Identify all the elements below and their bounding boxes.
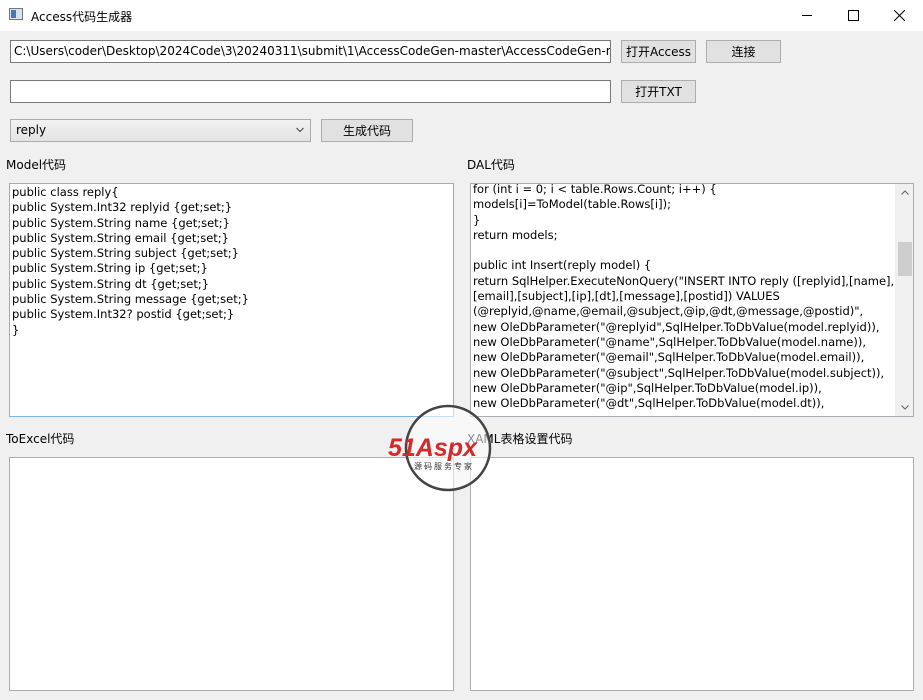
model-line: public System.String subject {get;set;} — [12, 246, 239, 261]
model-code-label: Model代码 — [6, 158, 67, 172]
maximize-button[interactable] — [830, 0, 876, 31]
dal-line: return models; — [473, 227, 558, 242]
generate-code-button[interactable]: 生成代码 — [321, 119, 413, 142]
model-code-textarea[interactable]: public class reply{ public System.Int32 … — [9, 183, 454, 417]
model-line: public System.String email {get;set;} — [12, 230, 229, 245]
model-line: public System.String ip {get;set;} — [12, 261, 208, 276]
dal-code-textarea[interactable]: for (int i = 0; i < table.Rows.Count; i+… — [470, 183, 914, 417]
dal-line: models[i]=ToModel(table.Rows[i]); — [473, 197, 671, 212]
watermark-tagline: 源码服务专家 — [414, 461, 474, 471]
model-line: public System.Int32 replyid {get;set;} — [12, 200, 233, 215]
scroll-thumb[interactable] — [898, 242, 912, 276]
dal-line: new OleDbParameter("@name",SqlHelper.ToD… — [473, 334, 867, 349]
dal-line: return SqlHelper.ExecuteNonQuery("INSERT… — [473, 273, 895, 288]
dal-code-viewport: for (int i = 0; i < table.Rows.Count; i+… — [471, 183, 896, 416]
model-line: public System.String message {get;set;} — [12, 292, 249, 307]
watermark-logo: 51Aspx 源码服务专家 — [388, 404, 518, 494]
scroll-up-arrow-icon[interactable] — [896, 184, 913, 201]
scroll-down-arrow-icon[interactable] — [896, 399, 913, 416]
access-path-input[interactable]: C:\Users\coder\Desktop\2024Code\3\202403… — [10, 40, 611, 63]
dal-line: new OleDbParameter("@email",SqlHelper.To… — [473, 350, 865, 365]
model-code-text: public class reply{ public System.Int32 … — [10, 184, 453, 339]
dal-line: for (int i = 0; i < table.Rows.Count; i+… — [473, 183, 717, 196]
model-line: } — [12, 322, 20, 337]
open-txt-button[interactable]: 打开TXT — [621, 80, 696, 103]
toexcel-code-label: ToExcel代码 — [6, 432, 75, 446]
table-select-value: reply — [16, 123, 47, 137]
window-title: Access代码生成器 — [31, 10, 133, 24]
open-access-button[interactable]: 打开Access — [621, 40, 696, 63]
app-icon — [9, 8, 23, 20]
dal-line: new OleDbParameter("@dt",SqlHelper.ToDbV… — [473, 396, 825, 411]
xaml-code-textarea[interactable] — [470, 457, 914, 691]
txt-path-input[interactable] — [10, 80, 611, 103]
dal-line: } — [473, 212, 481, 227]
connect-button[interactable]: 连接 — [706, 40, 781, 63]
dal-line: public int Insert(reply model) { — [473, 258, 652, 273]
watermark-brand: 51Aspx — [388, 434, 478, 462]
minimize-icon — [801, 15, 812, 16]
table-select[interactable]: reply — [10, 119, 311, 142]
dal-code-text: for (int i = 0; i < table.Rows.Count; i+… — [471, 183, 896, 412]
minimize-button[interactable] — [784, 0, 830, 31]
dal-code-label: DAL代码 — [467, 158, 515, 172]
dal-line: [email],[subject],[ip],[dt],[message],[p… — [473, 289, 780, 304]
close-icon — [893, 10, 905, 21]
dal-scrollbar[interactable] — [895, 184, 913, 416]
model-line: public class reply{ — [12, 185, 119, 199]
model-line: public System.String name {get;set;} — [12, 215, 230, 230]
model-line: public System.Int32? postid {get;set;} — [12, 307, 235, 322]
maximize-icon — [847, 10, 859, 21]
dal-line: (@replyid,@name,@email,@subject,@ip,@dt,… — [473, 304, 864, 319]
title-bar: Access代码生成器 — [0, 0, 923, 31]
model-line: public System.String dt {get;set;} — [12, 276, 210, 291]
dal-line: new OleDbParameter("@subject",SqlHelper.… — [473, 365, 885, 380]
dal-line: new OleDbParameter("@replyid",SqlHelper.… — [473, 319, 880, 334]
dal-line: new OleDbParameter("@ip",SqlHelper.ToDbV… — [473, 380, 822, 395]
close-button[interactable] — [876, 0, 922, 31]
chevron-down-icon — [296, 126, 304, 136]
